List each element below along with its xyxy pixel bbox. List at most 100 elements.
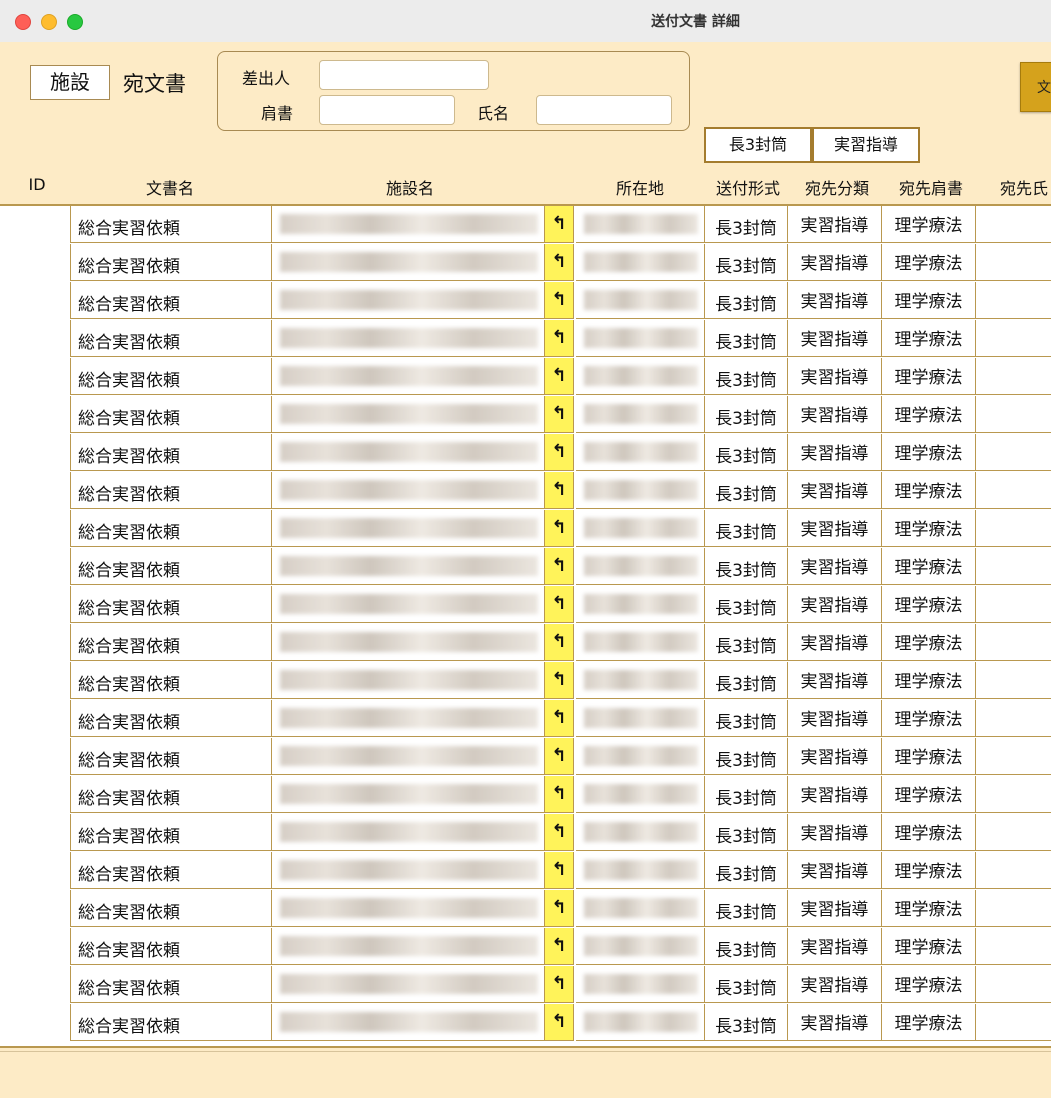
recipient-title-cell[interactable]: 理学療法 — [882, 776, 976, 813]
arrow-up-left-icon[interactable]: ↰ — [544, 472, 574, 509]
recipient-category-cell[interactable]: 実習指導 — [788, 814, 882, 851]
document-name-cell[interactable]: 総合実習依頼 — [70, 206, 272, 243]
recipient-title-cell[interactable]: 理学療法 — [882, 852, 976, 889]
table-row[interactable]: 総合実習依頼 ↰ 長3封筒 実習指導 理学療法 — [0, 586, 1051, 624]
send-format-cell[interactable]: 長3封筒 — [704, 244, 788, 281]
table-row[interactable]: 総合実習依頼 ↰ 長3封筒 実習指導 理学療法 — [0, 206, 1051, 244]
recipient-name-cell[interactable] — [976, 320, 1051, 357]
recipient-title-cell[interactable]: 理学療法 — [882, 320, 976, 357]
location-cell[interactable] — [576, 320, 704, 357]
recipient-category-cell[interactable]: 実習指導 — [788, 1004, 882, 1041]
column-header-recipient-title[interactable]: 宛先肩書 — [884, 175, 978, 199]
location-cell[interactable] — [576, 966, 704, 1003]
recipient-title-cell[interactable]: 理学療法 — [882, 282, 976, 319]
recipient-title-cell[interactable]: 理学療法 — [882, 206, 976, 243]
column-header-document-name[interactable]: 文書名 — [110, 175, 230, 199]
recipient-name-cell[interactable] — [976, 890, 1051, 927]
recipient-name-cell[interactable] — [976, 662, 1051, 699]
document-name-cell[interactable]: 総合実習依頼 — [70, 548, 272, 585]
recipient-title-cell[interactable]: 理学療法 — [882, 928, 976, 965]
recipient-name-cell[interactable] — [976, 966, 1051, 1003]
recipient-category-cell[interactable]: 実習指導 — [788, 700, 882, 737]
recipient-name-cell[interactable] — [976, 206, 1051, 243]
recipient-category-cell[interactable]: 実習指導 — [788, 434, 882, 471]
recipient-name-cell[interactable] — [976, 510, 1051, 547]
recipient-category-cell[interactable]: 実習指導 — [788, 738, 882, 775]
table-row[interactable]: 総合実習依頼 ↰ 長3封筒 実習指導 理学療法 — [0, 738, 1051, 776]
recipient-name-cell[interactable] — [976, 472, 1051, 509]
facility-name-cell[interactable] — [272, 396, 544, 433]
location-cell[interactable] — [576, 206, 704, 243]
arrow-up-left-icon[interactable]: ↰ — [544, 624, 574, 661]
recipient-category-cell[interactable]: 実習指導 — [788, 548, 882, 585]
document-name-cell[interactable]: 総合実習依頼 — [70, 662, 272, 699]
recipient-category-cell[interactable]: 実習指導 — [788, 472, 882, 509]
document-button[interactable]: 文 — [1020, 62, 1051, 112]
facility-name-cell[interactable] — [272, 282, 544, 319]
location-cell[interactable] — [576, 358, 704, 395]
location-cell[interactable] — [576, 510, 704, 547]
send-format-cell[interactable]: 長3封筒 — [704, 928, 788, 965]
recipient-name-cell[interactable] — [976, 434, 1051, 471]
send-format-cell[interactable]: 長3封筒 — [704, 662, 788, 699]
table-row[interactable]: 総合実習依頼 ↰ 長3封筒 実習指導 理学療法 — [0, 852, 1051, 890]
recipient-name-cell[interactable] — [976, 624, 1051, 661]
arrow-up-left-icon[interactable]: ↰ — [544, 966, 574, 1003]
recipient-category-cell[interactable]: 実習指導 — [788, 282, 882, 319]
column-header-facility-name[interactable]: 施設名 — [350, 175, 470, 199]
recipient-title-cell[interactable]: 理学療法 — [882, 358, 976, 395]
location-cell[interactable] — [576, 852, 704, 889]
facility-name-cell[interactable] — [272, 852, 544, 889]
recipient-title-cell[interactable]: 理学療法 — [882, 244, 976, 281]
facility-name-cell[interactable] — [272, 700, 544, 737]
table-row[interactable]: 総合実習依頼 ↰ 長3封筒 実習指導 理学療法 — [0, 320, 1051, 358]
recipient-name-cell[interactable] — [976, 700, 1051, 737]
recipient-title-cell[interactable]: 理学療法 — [882, 814, 976, 851]
arrow-up-left-icon[interactable]: ↰ — [544, 928, 574, 965]
recipient-category-cell[interactable]: 実習指導 — [788, 244, 882, 281]
document-name-cell[interactable]: 総合実習依頼 — [70, 586, 272, 623]
document-name-cell[interactable]: 総合実習依頼 — [70, 244, 272, 281]
location-cell[interactable] — [576, 396, 704, 433]
facility-name-cell[interactable] — [272, 510, 544, 547]
table-row[interactable]: 総合実習依頼 ↰ 長3封筒 実習指導 理学療法 — [0, 472, 1051, 510]
send-format-cell[interactable]: 長3封筒 — [704, 510, 788, 547]
recipient-category-cell[interactable]: 実習指導 — [788, 776, 882, 813]
send-format-cell[interactable]: 長3封筒 — [704, 320, 788, 357]
recipient-category-cell[interactable]: 実習指導 — [788, 928, 882, 965]
location-cell[interactable] — [576, 738, 704, 775]
location-cell[interactable] — [576, 700, 704, 737]
document-name-cell[interactable]: 総合実習依頼 — [70, 320, 272, 357]
document-name-cell[interactable]: 総合実習依頼 — [70, 1004, 272, 1041]
table-row[interactable]: 総合実習依頼 ↰ 長3封筒 実習指導 理学療法 — [0, 510, 1051, 548]
send-format-cell[interactable]: 長3封筒 — [704, 814, 788, 851]
document-table[interactable]: 総合実習依頼 ↰ 長3封筒 実習指導 理学療法 総合実習依頼 ↰ 長3封筒 実習指導 理学療法 総合… — [0, 204, 1051, 1048]
arrow-up-left-icon[interactable]: ↰ — [544, 510, 574, 547]
facility-name-cell[interactable] — [272, 472, 544, 509]
recipient-title-cell[interactable]: 理学療法 — [882, 434, 976, 471]
location-cell[interactable] — [576, 662, 704, 699]
facility-name-cell[interactable] — [272, 548, 544, 585]
document-name-cell[interactable]: 総合実習依頼 — [70, 624, 272, 661]
recipient-category-cell[interactable]: 実習指導 — [788, 586, 882, 623]
facility-name-cell[interactable] — [272, 776, 544, 813]
facility-name-cell[interactable] — [272, 1004, 544, 1041]
table-row[interactable]: 総合実習依頼 ↰ 長3封筒 実習指導 理学療法 — [0, 548, 1051, 586]
send-format-cell[interactable]: 長3封筒 — [704, 738, 788, 775]
document-name-cell[interactable]: 総合実習依頼 — [70, 928, 272, 965]
facility-name-cell[interactable] — [272, 624, 544, 661]
column-header-send-format[interactable]: 送付形式 — [706, 175, 790, 199]
recipient-category-cell[interactable]: 実習指導 — [788, 662, 882, 699]
facility-name-cell[interactable] — [272, 966, 544, 1003]
send-format-cell[interactable]: 長3封筒 — [704, 472, 788, 509]
document-name-cell[interactable]: 総合実習依頼 — [70, 700, 272, 737]
sender-input[interactable] — [319, 60, 489, 90]
column-header-location[interactable]: 所在地 — [590, 175, 690, 199]
send-format-cell[interactable]: 長3封筒 — [704, 586, 788, 623]
facility-name-cell[interactable] — [272, 586, 544, 623]
document-name-cell[interactable]: 総合実習依頼 — [70, 776, 272, 813]
category-filter-tag[interactable]: 実習指導 — [812, 127, 920, 163]
send-format-cell[interactable]: 長3封筒 — [704, 890, 788, 927]
table-row[interactable]: 総合実習依頼 ↰ 長3封筒 実習指導 理学療法 — [0, 814, 1051, 852]
facility-name-cell[interactable] — [272, 244, 544, 281]
